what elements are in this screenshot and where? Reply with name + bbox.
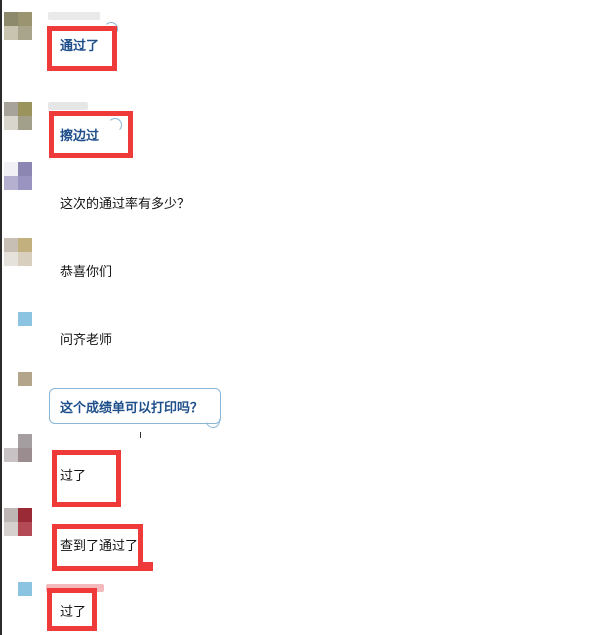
highlight-box xyxy=(47,588,97,631)
avatar[interactable] xyxy=(4,238,32,266)
message-text: 这个成绩单可以打印吗？ xyxy=(60,400,204,415)
nickname-blurred xyxy=(48,12,100,20)
avatar[interactable] xyxy=(4,102,32,130)
message-text: 问齐老师 xyxy=(60,332,113,347)
highlight-box xyxy=(47,26,117,71)
highlight-box xyxy=(52,450,121,507)
message-text: 这次的通过率有多少？ xyxy=(60,196,191,211)
message-text: 恭喜你们 xyxy=(60,264,113,279)
avatar[interactable] xyxy=(4,582,32,610)
window-left-edge xyxy=(0,0,2,635)
nickname-blurred xyxy=(48,102,88,110)
avatar[interactable] xyxy=(4,312,32,340)
avatar[interactable] xyxy=(4,162,32,190)
avatar[interactable] xyxy=(4,508,32,536)
avatar[interactable] xyxy=(4,372,32,400)
highlight-box xyxy=(52,524,143,571)
highlight-box xyxy=(49,111,133,158)
highlight-box-tail xyxy=(138,562,153,571)
text-caret xyxy=(140,432,141,438)
avatar[interactable] xyxy=(4,434,32,462)
avatar[interactable] xyxy=(4,12,32,40)
